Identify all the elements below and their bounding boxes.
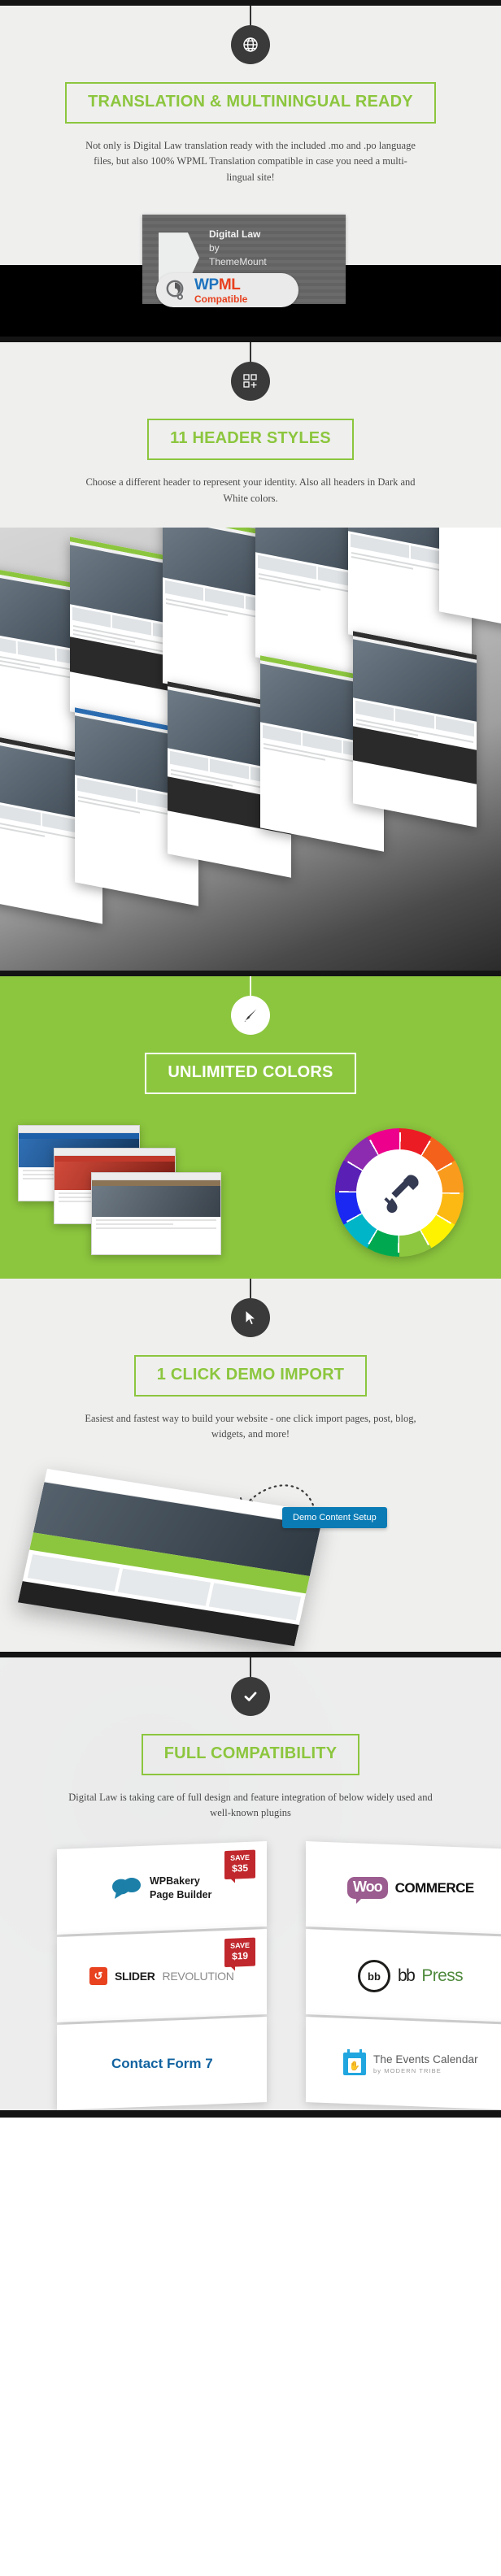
connector-line [250,342,251,363]
page-title: 11 HEADER STYLES [170,429,331,448]
wpml-badge-stage: Digital Law by ThemeMount WPML Compatibl… [0,206,501,337]
connector-line [250,1657,251,1677]
demo-description: Easiest and fastest way to build your we… [85,1412,416,1440]
demo-content-setup-button[interactable]: Demo Content Setup [282,1506,387,1528]
bottom-divider-bar [0,2110,501,2118]
section-full-compatibility: FULL COMPATIBILITY Digital Law is taking… [0,1657,501,2111]
feature-showcase-page: TRANSLATION & MULTININGUAL READY Not onl… [0,0,501,2118]
compat-title-wrap: FULL COMPATIBILITY [0,1733,501,1775]
slider-revolution-icon: ↺ [89,1966,108,1985]
plugin-card-bbpress[interactable]: bb bb Press [306,1929,501,2023]
title-box: UNLIMITED COLORS [145,1052,356,1094]
wpml-author: ThemeMount [209,256,267,268]
wpml-wp: WP [194,276,219,293]
section-divider-green [0,1272,501,1279]
headers-description: Choose a different header to represent y… [85,476,416,504]
wpbakery-icon [112,1877,142,1899]
section-unlimited-colors: UNLIMITED COLORS [0,975,501,1273]
translation-title-wrap: TRANSLATION & MULTININGUAL READY [0,82,501,124]
wpml-theme-name: Digital Law [209,228,261,241]
paintbrush-icon [231,995,270,1035]
translation-description: Not only is Digital Law translation read… [85,140,416,183]
save-amount: $19 [232,1950,249,1962]
save-badge-wpbakery: SAVE $35 [224,1849,255,1880]
slider-revolution-label-2: REVOLUTION [162,1969,234,1983]
wpml-compatible-label: Compatible [194,293,248,305]
compat-description: Digital Law is taking care of full desig… [68,1791,433,1818]
events-calendar-label-2: by MODERN TRIBE [373,2066,442,2074]
events-calendar-label-1: The Events Calendar [373,2053,478,2066]
page-title: FULL COMPATIBILITY [163,1744,338,1762]
section-divider-headers [0,337,501,343]
connector-line [250,6,251,25]
events-calendar-text: The Events Calendar by MODERN TRIBE [373,2053,478,2074]
wpml-ml: ML [218,276,241,293]
save-label: SAVE [230,1941,250,1951]
plugin-card-slider-revolution[interactable]: ↺ SLIDER REVOLUTION SAVE $19 [57,1929,267,2023]
grid-plus-icon [231,362,270,402]
page-title: UNLIMITED COLORS [168,1062,333,1081]
plugin-card-contact-form-7[interactable]: Contact Form 7 [57,2017,267,2111]
demo-import-stage: Demo Content Setup [0,1461,501,1652]
bbpress-label-1: bb [398,1966,415,1985]
page-title: 1 CLICK DEMO IMPORT [156,1365,345,1384]
eyedropper-icon [335,1128,464,1257]
title-box: FULL COMPATIBILITY [141,1733,360,1775]
headers-title-wrap: 11 HEADER STYLES [0,419,501,461]
wpbakery-label: WPBakery Page Builder [150,1875,212,1901]
wpml-logo-text: WPML [194,277,247,293]
demo-title-wrap: 1 CLICK DEMO IMPORT [0,1354,501,1397]
globe-icon [231,25,270,64]
section-header-styles: 11 HEADER STYLES Choose a different head… [0,342,501,971]
top-divider-bar [0,0,501,6]
events-calendar-icon: ✋ [343,2048,367,2075]
plugin-logo-grid: WPBakery Page Builder SAVE $35 Woo COMME… [31,1841,501,2111]
page-title: TRANSLATION & MULTININGUAL READY [88,93,413,111]
title-box: 11 HEADER STYLES [147,419,354,461]
bbpress-label-2: Press [421,1966,464,1985]
woocommerce-icon: Woo [347,1877,388,1900]
section-divider-colors [0,970,501,976]
wpml-logo-icon [163,278,188,302]
site-preview-tan [91,1171,221,1255]
color-wheel[interactable] [335,1127,464,1257]
contact-form-7-label: Contact Form 7 [111,2055,213,2071]
save-badge-slider-revolution: SAVE $19 [224,1937,255,1968]
save-amount: $35 [232,1862,249,1874]
check-icon [231,1676,270,1716]
bbpress-icon: bb [358,1959,391,1992]
title-box: 1 CLICK DEMO IMPORT [133,1354,368,1397]
header-styles-collage [0,527,501,971]
wpml-compatible-badge: WPML Compatible [156,273,298,308]
plugin-card-events-calendar[interactable]: ✋ The Events Calendar by MODERN TRIBE [306,2017,501,2111]
wpml-text-block: WPML Compatible [194,277,247,304]
plugin-card-wpbakery[interactable]: WPBakery Page Builder SAVE $35 [57,1841,267,1935]
colors-title-wrap: UNLIMITED COLORS [0,1052,501,1094]
connector-line [250,975,251,996]
section-divider-compat [0,1651,501,1657]
section-demo-import: 1 CLICK DEMO IMPORT Easiest and fastest … [0,1278,501,1652]
header-mockup [353,631,477,828]
title-box: TRANSLATION & MULTININGUAL READY [65,82,436,124]
slider-revolution-label-1: SLIDER [115,1969,155,1983]
color-showcase-stage [0,1110,501,1273]
wpml-by-label: by [209,242,220,254]
save-label: SAVE [230,1853,250,1863]
section-translation: TRANSLATION & MULTININGUAL READY Not onl… [0,6,501,337]
connector-line [250,1278,251,1298]
cursor-arrow-icon [231,1297,270,1337]
plugin-card-woocommerce[interactable]: Woo COMMERCE [306,1841,501,1935]
woocommerce-label: COMMERCE [394,1879,474,1896]
